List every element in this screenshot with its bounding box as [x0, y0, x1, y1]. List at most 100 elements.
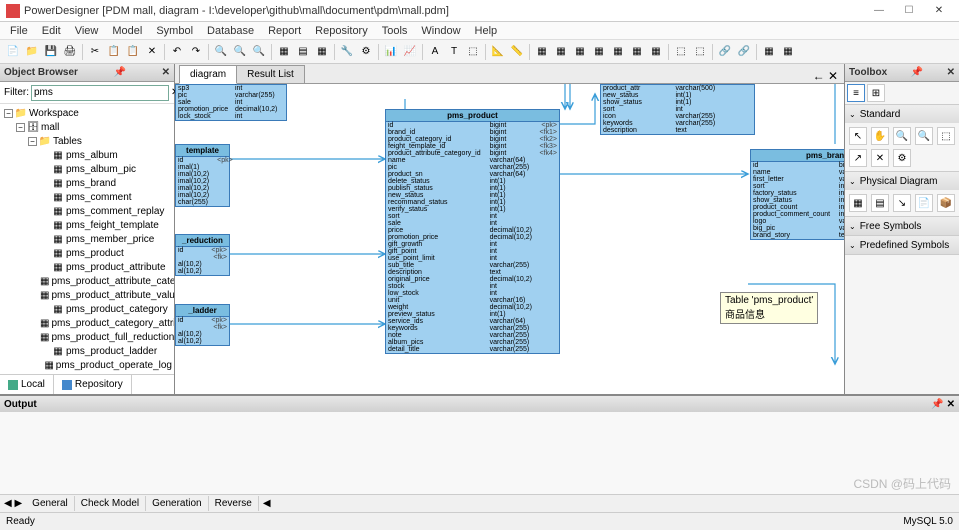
toolbar-btn-8[interactable]: ✕: [143, 43, 161, 61]
toolbar-btn-37[interactable]: ▦: [590, 43, 608, 61]
filter-input[interactable]: [31, 85, 169, 101]
toolbar-btn-21[interactable]: 🔧: [338, 43, 356, 61]
toolbar-btn-14[interactable]: 🔍: [231, 43, 249, 61]
toolbar-btn-29[interactable]: ⬚: [464, 43, 482, 61]
tree-item[interactable]: ▦pms_album: [2, 148, 172, 162]
entity-_ladder[interactable]: _ladderid<pk><fk>al(10,2)al(10,2): [175, 304, 230, 346]
toolbar-btn-45[interactable]: 🔗: [716, 43, 734, 61]
toolbox-close-icon[interactable]: ✕: [947, 67, 955, 78]
toolbar-btn-3[interactable]: 🖨: [61, 43, 79, 61]
toolbar-btn-38[interactable]: ▦: [609, 43, 627, 61]
tab-result-list[interactable]: Result List: [236, 65, 305, 83]
menu-model[interactable]: Model: [106, 23, 148, 39]
proc-tool-icon[interactable]: 📄: [915, 194, 933, 212]
maximize-button[interactable]: ☐: [895, 3, 923, 19]
menu-help[interactable]: Help: [469, 23, 504, 39]
tree-item[interactable]: ▦pms_product_attribute_value: [2, 288, 172, 302]
tree-item[interactable]: ▦pms_member_price: [2, 232, 172, 246]
tree-item[interactable]: ▦pms_product_attribute_catego: [2, 274, 172, 288]
tree-item[interactable]: ▦pms_product_operate_log: [2, 358, 172, 372]
delete-tool-icon[interactable]: ✕: [871, 149, 889, 167]
toolbar-btn-6[interactable]: 📋: [105, 43, 123, 61]
toolbar-btn-18[interactable]: ▤: [294, 43, 312, 61]
zoom-in-icon[interactable]: 🔍: [893, 127, 911, 145]
toolbar-btn-2[interactable]: 💾: [42, 43, 60, 61]
tree-item[interactable]: ▦pms_product_category_attribu: [2, 316, 172, 330]
toolbar-btn-48[interactable]: ▦: [760, 43, 778, 61]
pointer-tool-icon[interactable]: ↖: [849, 127, 867, 145]
pkg-tool-icon[interactable]: 📦: [937, 194, 955, 212]
tree-item[interactable]: ▦pms_album_pic: [2, 162, 172, 176]
section-physical[interactable]: ⌄Physical Diagram: [845, 172, 959, 190]
section-predefined[interactable]: ⌄Predefined Symbols: [845, 236, 959, 254]
tree-item[interactable]: ▦pms_product_category: [2, 302, 172, 316]
close-button[interactable]: ✕: [925, 3, 953, 19]
toolbar-btn-31[interactable]: 📐: [489, 43, 507, 61]
minimize-button[interactable]: —: [865, 3, 893, 19]
toolbar-btn-35[interactable]: ▦: [552, 43, 570, 61]
diagram-canvas[interactable]: Table 'pms_product' 商品信息 sp3intpicvarcha…: [175, 84, 844, 394]
toolbar-btn-22[interactable]: ⚙: [357, 43, 375, 61]
toolbar-btn-1[interactable]: 📁: [23, 43, 41, 61]
section-standard[interactable]: ⌄Standard: [845, 105, 959, 123]
toolbox-pin-icon[interactable]: 📌: [911, 67, 923, 78]
toolbar-btn-39[interactable]: ▦: [628, 43, 646, 61]
tree-item[interactable]: ▦pms_product_attribute: [2, 260, 172, 274]
menu-report[interactable]: Report: [262, 23, 307, 39]
menu-symbol[interactable]: Symbol: [150, 23, 199, 39]
toolbar-btn-36[interactable]: ▦: [571, 43, 589, 61]
menu-database[interactable]: Database: [201, 23, 260, 39]
section-free[interactable]: ⌄Free Symbols: [845, 217, 959, 235]
output-pin-icon[interactable]: 📌 ✕: [931, 399, 955, 410]
toolbar-btn-10[interactable]: ↶: [168, 43, 186, 61]
toolbar-btn-19[interactable]: ▦: [313, 43, 331, 61]
tree-item[interactable]: ▦pms_comment_replay: [2, 204, 172, 218]
view-grid-icon[interactable]: ⊞: [867, 84, 885, 102]
toolbar-btn-7[interactable]: 📋: [124, 43, 142, 61]
tree-item[interactable]: ▦pms_product_full_reduction: [2, 330, 172, 344]
view-list-icon[interactable]: ≡: [847, 84, 865, 102]
tab-generation[interactable]: Generation: [146, 496, 208, 511]
toolbar-btn-28[interactable]: T: [445, 43, 463, 61]
toolbar-btn-49[interactable]: ▦: [779, 43, 797, 61]
prop-tool-icon[interactable]: ⚙: [893, 149, 911, 167]
tab-repository[interactable]: Repository: [54, 375, 132, 394]
toolbar-btn-13[interactable]: 🔍: [212, 43, 230, 61]
toolbar-btn-15[interactable]: 🔍: [250, 43, 268, 61]
ref-tool-icon[interactable]: ↘: [893, 194, 911, 212]
tree-item[interactable]: ▦pms_comment: [2, 190, 172, 204]
tree-item[interactable]: ▦pms_product: [2, 246, 172, 260]
entity-_reduction[interactable]: _reductionid<pk><fk>al(10,2)al(10,2): [175, 234, 230, 276]
entity-partial[interactable]: product_attrvarchar(500)new_statusint(1)…: [600, 84, 755, 135]
toolbar-btn-46[interactable]: 🔗: [735, 43, 753, 61]
menu-repository[interactable]: Repository: [309, 23, 374, 39]
toolbar-btn-0[interactable]: 📄: [4, 43, 22, 61]
link-tool-icon[interactable]: ↗: [849, 149, 867, 167]
panel-pin-icon[interactable]: 📌: [114, 67, 126, 78]
entity-pms_brand[interactable]: pms_brandidbigint<pk>namevarchar(64)firs…: [750, 149, 844, 240]
tree-item[interactable]: ▦pms_brand: [2, 176, 172, 190]
tab-general[interactable]: General: [26, 496, 75, 511]
tab-nav-left-icon[interactable]: ◀ ▶: [0, 498, 26, 509]
view-tool-icon[interactable]: ▤: [871, 194, 889, 212]
entity-partial[interactable]: sp3intpicvarchar(255)saleintpromotion_pr…: [175, 84, 287, 121]
menu-view[interactable]: View: [69, 23, 105, 39]
menu-edit[interactable]: Edit: [36, 23, 67, 39]
tab-diagram[interactable]: diagram: [179, 65, 237, 84]
entity-pms_product[interactable]: pms_productidbigint<pk>brand_idbigint<fk…: [385, 109, 560, 354]
toolbar-btn-43[interactable]: ⬚: [691, 43, 709, 61]
hand-tool-icon[interactable]: ✋: [871, 127, 889, 145]
toolbar-btn-11[interactable]: ↷: [187, 43, 205, 61]
object-tree[interactable]: −📁Workspace−🗄mall−📁Tables▦pms_album▦pms_…: [0, 104, 174, 374]
toolbar-btn-42[interactable]: ⬚: [672, 43, 690, 61]
select-tool-icon[interactable]: ⬚: [937, 127, 955, 145]
menu-window[interactable]: Window: [415, 23, 466, 39]
table-tool-icon[interactable]: ▦: [849, 194, 867, 212]
tree-item[interactable]: −📁Workspace: [2, 106, 172, 120]
tab-local[interactable]: Local: [0, 375, 54, 394]
entity-template[interactable]: templateid<pk>imal(1)imal(10,2)imal(10,2…: [175, 144, 230, 207]
toolbar-btn-25[interactable]: 📈: [401, 43, 419, 61]
tree-item[interactable]: −🗄mall: [2, 120, 172, 134]
tree-item[interactable]: ▦pms_feight_template: [2, 218, 172, 232]
tab-check-model[interactable]: Check Model: [75, 496, 146, 511]
